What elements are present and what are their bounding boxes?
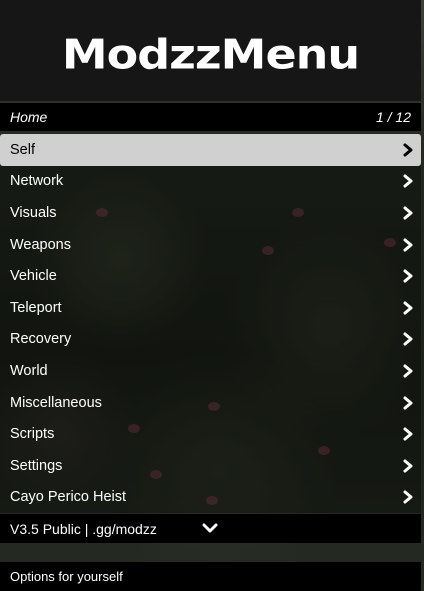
chevron-down-icon[interactable] xyxy=(202,522,218,534)
menu-item-label: Miscellaneous xyxy=(10,394,102,411)
menu-item-label: World xyxy=(10,362,48,379)
menu-item-label: Teleport xyxy=(10,299,62,316)
option-description: Options for yourself xyxy=(0,562,421,591)
menu-section-title: Home xyxy=(10,109,48,125)
chevron-right-icon xyxy=(403,364,413,378)
menu-list: Self Network Visuals Weapons Vehicle Teleport… xyxy=(0,134,421,514)
chevron-right-icon xyxy=(403,396,413,410)
menu-logo: ModzzMenu xyxy=(61,29,360,78)
chevron-right-icon xyxy=(403,238,413,252)
menu-item-label: Visuals xyxy=(10,204,57,221)
menu-item-label: Weapons xyxy=(10,236,71,253)
chevron-right-icon xyxy=(403,174,413,188)
menu-item-label: Network xyxy=(10,173,64,190)
menu-item-label: Scripts xyxy=(10,426,55,443)
menu-page-indicator: 1 / 12 xyxy=(375,109,411,125)
chevron-right-icon xyxy=(403,269,413,283)
menu-item-weapons[interactable]: Weapons xyxy=(0,228,421,261)
menu-item-label: Self xyxy=(10,141,35,158)
chevron-right-icon xyxy=(403,490,413,504)
menu-header: ModzzMenu xyxy=(0,0,421,101)
chevron-right-icon xyxy=(403,206,413,220)
menu-item-label: Vehicle xyxy=(10,268,57,285)
chevron-right-icon xyxy=(403,301,413,315)
menu-item-vehicle[interactable]: Vehicle xyxy=(0,260,421,292)
menu-item-label: Recovery xyxy=(10,331,72,348)
menu-item-miscellaneous[interactable]: Miscellaneous xyxy=(0,386,421,419)
menu-item-label: Cayo Perico Heist xyxy=(10,489,127,506)
menu-item-self[interactable]: Self xyxy=(0,134,421,166)
menu-item-teleport[interactable]: Teleport xyxy=(0,291,421,324)
menu-item-cayo-perico-heist[interactable]: Cayo Perico Heist xyxy=(0,481,421,514)
chevron-right-icon xyxy=(403,143,413,157)
chevron-right-icon xyxy=(403,459,413,473)
menu-item-scripts[interactable]: Scripts xyxy=(0,418,421,450)
menu-item-world[interactable]: World xyxy=(0,355,421,387)
chevron-right-icon xyxy=(403,332,413,346)
menu-item-network[interactable]: Network xyxy=(0,165,421,198)
version-label: V3.5 Public | .gg/modzz xyxy=(10,520,157,537)
menu-item-recovery[interactable]: Recovery xyxy=(0,323,421,356)
chevron-right-icon xyxy=(403,427,413,441)
menu-subheader: Home 1 / 12 xyxy=(0,103,421,131)
option-description-text: Options for yourself xyxy=(10,569,123,584)
menu-footer: V3.5 Public | .gg/modzz xyxy=(0,514,421,543)
menu-item-visuals[interactable]: Visuals xyxy=(0,197,421,229)
menu-item-label: Settings xyxy=(10,457,63,474)
menu-item-settings[interactable]: Settings xyxy=(0,449,421,482)
